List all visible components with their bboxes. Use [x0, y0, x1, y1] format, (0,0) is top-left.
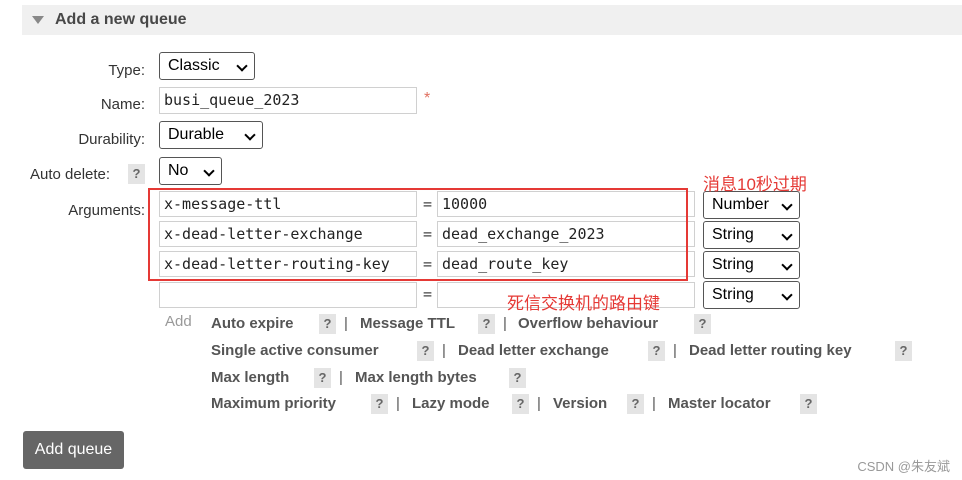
prop-dead-letter-exchange[interactable]: Dead letter exchange [458, 342, 609, 359]
watermark: CSDN @朱友斌 [857, 459, 950, 474]
durability-select[interactable]: Durable [159, 121, 263, 149]
durability-label: Durability: [78, 131, 145, 148]
type-select[interactable]: Classic [159, 52, 255, 80]
chevron-down-icon [781, 229, 793, 241]
auto-delete-label: Auto delete: [30, 166, 111, 183]
annotation-highlight-box [148, 188, 688, 281]
help-icon[interactable]: ? [648, 341, 665, 361]
collapse-triangle-icon[interactable] [32, 16, 44, 24]
help-icon[interactable]: ? [319, 314, 336, 334]
prop-version[interactable]: Version [553, 395, 607, 412]
chevron-down-icon [236, 60, 248, 72]
add-argument-link[interactable]: Add [165, 313, 192, 330]
prop-dead-letter-routing-key[interactable]: Dead letter routing key [689, 342, 852, 359]
annotation-ttl-note: 消息10秒过期 [703, 175, 807, 194]
type-label: Type: [108, 62, 145, 79]
name-label: Name: [100, 96, 145, 113]
help-icon[interactable]: ? [694, 314, 711, 334]
separator: | [673, 342, 677, 359]
argument-type-select[interactable]: String [703, 251, 800, 279]
required-mark: * [424, 90, 431, 107]
section-title: Add a new queue [55, 11, 187, 28]
separator: | [503, 315, 507, 332]
chevron-down-icon [781, 289, 793, 301]
add-queue-button[interactable]: Add queue [23, 431, 124, 469]
prop-max-length-bytes[interactable]: Max length bytes [355, 369, 477, 386]
prop-auto-expire[interactable]: Auto expire [211, 315, 294, 332]
separator: | [339, 369, 343, 386]
prop-lazy-mode[interactable]: Lazy mode [412, 395, 490, 412]
separator: | [537, 395, 541, 412]
section-header[interactable]: Add a new queue [22, 5, 962, 35]
help-icon[interactable]: ? [512, 394, 529, 414]
prop-maximum-priority[interactable]: Maximum priority [211, 395, 336, 412]
prop-message-ttl[interactable]: Message TTL [360, 315, 455, 332]
argument-type-value: Number [712, 196, 769, 213]
auto-delete-select-value: No [168, 162, 189, 179]
separator: | [344, 315, 348, 332]
chevron-down-icon [203, 165, 215, 177]
prop-single-active-consumer[interactable]: Single active consumer [211, 342, 379, 359]
prop-overflow-behaviour[interactable]: Overflow behaviour [518, 315, 658, 332]
help-icon[interactable]: ? [314, 368, 331, 388]
name-input[interactable]: busi_queue_2023 [159, 87, 417, 114]
help-icon[interactable]: ? [895, 341, 912, 361]
arguments-label: Arguments: [68, 202, 145, 219]
auto-delete-help-icon[interactable]: ? [128, 164, 145, 184]
chevron-down-icon [244, 129, 256, 141]
argument-type-value: String [712, 286, 754, 303]
help-icon[interactable]: ? [627, 394, 644, 414]
separator: | [396, 395, 400, 412]
prop-max-length[interactable]: Max length [211, 369, 289, 386]
help-icon[interactable]: ? [371, 394, 388, 414]
argument-key-input[interactable] [159, 282, 417, 308]
argument-type-value: String [712, 256, 754, 273]
separator: | [652, 395, 656, 412]
help-icon[interactable]: ? [417, 341, 434, 361]
argument-type-value: String [712, 226, 754, 243]
argument-type-select[interactable]: Number [703, 191, 800, 219]
durability-select-value: Durable [168, 126, 225, 143]
annotation-routing-note: 死信交换机的路由键 [507, 294, 660, 313]
argument-type-select[interactable]: String [703, 281, 800, 309]
separator: | [442, 342, 446, 359]
help-icon[interactable]: ? [509, 368, 526, 388]
help-icon[interactable]: ? [478, 314, 495, 334]
help-icon[interactable]: ? [800, 394, 817, 414]
prop-master-locator[interactable]: Master locator [668, 395, 771, 412]
argument-type-select[interactable]: String [703, 221, 800, 249]
type-select-value: Classic [168, 57, 220, 74]
chevron-down-icon [781, 199, 793, 211]
auto-delete-select[interactable]: No [159, 157, 222, 185]
chevron-down-icon [781, 259, 793, 271]
equals-sign: = [423, 285, 433, 303]
